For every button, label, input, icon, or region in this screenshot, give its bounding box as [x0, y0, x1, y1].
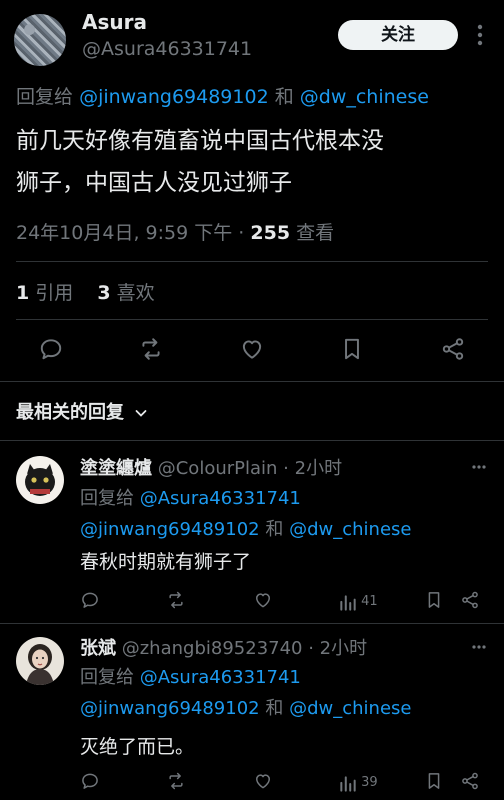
- reply-header: 塗塗纏爐 @ColourPlain · 2小时: [80, 454, 342, 480]
- bookmark-icon[interactable]: [424, 590, 444, 610]
- reply-to-mention-1[interactable]: @jinwang69489102: [79, 86, 269, 108]
- reply-mention[interactable]: @jinwang69489102: [80, 698, 260, 719]
- like-icon[interactable]: [253, 771, 273, 791]
- replies-sort-dropdown[interactable]: 最相关的回复: [16, 398, 148, 424]
- post-text-line-1: 前几天好像有殖畜说中国古代根本没: [16, 128, 384, 154]
- reply-more-icon[interactable]: [470, 638, 488, 656]
- views-count: 255: [250, 222, 291, 244]
- views-count: 41: [361, 594, 378, 609]
- views-label: 查看: [296, 222, 335, 244]
- replies-sort-label: 最相关的回复: [16, 402, 124, 423]
- quotes-count: 1: [16, 282, 30, 304]
- reply-mention[interactable]: @dw_chinese: [289, 698, 411, 719]
- reply-mention[interactable]: @Asura46331741: [140, 667, 301, 688]
- reply-icon[interactable]: [80, 771, 100, 791]
- divider-4: [0, 440, 504, 441]
- reply-time[interactable]: · 2小时: [283, 458, 342, 479]
- reply-mention[interactable]: @jinwang69489102: [80, 519, 260, 540]
- author-avatar[interactable]: [14, 14, 66, 66]
- reply-author-handle[interactable]: @zhangbi89523740: [122, 638, 303, 659]
- reply-to-and: 和: [265, 519, 284, 540]
- reply-text: 春秋时期就有狮子了: [80, 551, 252, 573]
- retweet-icon[interactable]: [138, 336, 164, 362]
- divider-2: [16, 319, 488, 320]
- post-text-line-2: 狮子，中国古人没见过狮子: [16, 170, 292, 196]
- post-meta: 24年10月4日, 9:59 下午 · 255 查看: [16, 218, 334, 245]
- reply-avatar[interactable]: [16, 637, 64, 685]
- divider-5: [0, 623, 504, 624]
- meta-separator: ·: [238, 222, 245, 244]
- reply-to-and: 和: [265, 698, 284, 719]
- reply-text: 灭绝了而已。: [80, 736, 195, 758]
- reply-mention[interactable]: @Asura46331741: [140, 488, 301, 509]
- reply-to-mention-2[interactable]: @dw_chinese: [300, 86, 429, 108]
- reply-to-prefix: 回复给: [16, 86, 74, 108]
- likes-link[interactable]: 3 喜欢: [97, 282, 154, 304]
- share-icon[interactable]: [460, 590, 480, 610]
- retweet-icon[interactable]: [166, 771, 186, 791]
- views-chart-icon: [338, 593, 356, 611]
- reply-to-line: 回复给 @jinwang69489102 和 @dw_chinese: [16, 82, 429, 109]
- quotes-link[interactable]: 1 引用: [16, 282, 79, 304]
- bookmark-icon[interactable]: [424, 771, 444, 791]
- reply-to-prefix: 回复给: [80, 667, 134, 688]
- reply-to-line: 回复给 @Asura46331741 @jinwang69489102 和 @d…: [80, 662, 411, 724]
- likes-count: 3: [97, 282, 111, 304]
- more-options-icon[interactable]: [472, 22, 488, 48]
- author-name[interactable]: Asura: [82, 10, 147, 34]
- reply-author-name[interactable]: 塗塗纏爐: [80, 458, 152, 479]
- bookmark-icon[interactable]: [339, 336, 365, 362]
- follow-button[interactable]: 关注: [338, 20, 458, 50]
- quotes-label: 引用: [35, 282, 74, 304]
- reply-icon[interactable]: [80, 590, 100, 610]
- reply-to-prefix: 回复给: [80, 488, 134, 509]
- views-chart-icon: [338, 774, 356, 792]
- reply-header: 张斌 @zhangbi89523740 · 2小时: [80, 634, 367, 660]
- views-button[interactable]: 39: [338, 772, 378, 792]
- divider-1: [16, 261, 488, 262]
- reply-icon[interactable]: [38, 336, 64, 362]
- reply-avatar[interactable]: [16, 456, 64, 504]
- views-count: 39: [361, 775, 378, 790]
- views-button[interactable]: 41: [338, 591, 378, 611]
- reply-time[interactable]: · 2小时: [308, 638, 367, 659]
- author-handle[interactable]: @Asura46331741: [82, 38, 252, 60]
- post-text: 前几天好像有殖畜说中国古代根本没 狮子，中国古人没见过狮子: [16, 120, 384, 204]
- post-timestamp[interactable]: 24年10月4日, 9:59 下午: [16, 222, 232, 244]
- reply-to-line: 回复给 @Asura46331741 @jinwang69489102 和 @d…: [80, 483, 411, 545]
- engagement-stats: 1 引用 3 喜欢: [16, 278, 155, 305]
- share-icon[interactable]: [440, 336, 466, 362]
- reply-author-name[interactable]: 张斌: [80, 638, 116, 659]
- reply-more-icon[interactable]: [470, 458, 488, 476]
- reply-to-and: 和: [274, 86, 294, 108]
- divider-3: [0, 381, 504, 382]
- likes-label: 喜欢: [116, 282, 155, 304]
- share-icon[interactable]: [460, 771, 480, 791]
- like-icon[interactable]: [239, 336, 265, 362]
- like-icon[interactable]: [253, 590, 273, 610]
- reply-author-handle[interactable]: @ColourPlain: [158, 458, 278, 479]
- retweet-icon[interactable]: [166, 590, 186, 610]
- reply-mention[interactable]: @dw_chinese: [289, 519, 411, 540]
- chevron-down-icon: [134, 406, 148, 420]
